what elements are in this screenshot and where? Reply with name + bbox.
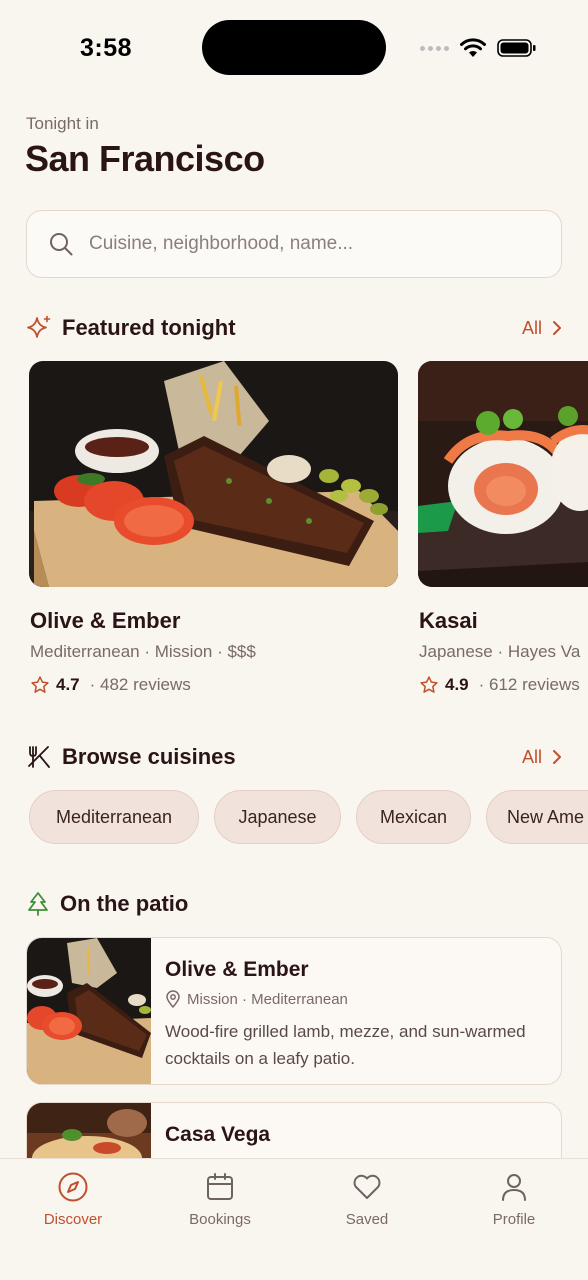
calendar-icon	[207, 1173, 233, 1200]
featured-card-rating: 4.7 · 482 reviews	[30, 675, 191, 695]
star-icon	[420, 676, 438, 693]
sushi-rolls-image	[418, 361, 588, 587]
featured-all-link[interactable]: All	[522, 318, 562, 339]
tab-profile[interactable]: Profile	[459, 1171, 569, 1228]
featured-card-meta: Japanese · Hayes Va	[419, 642, 581, 661]
tab-bookings-label: Bookings	[189, 1211, 251, 1228]
utensils-icon	[28, 746, 50, 768]
status-icons	[420, 36, 537, 60]
patio-item-description: Wood-fire grilled lamb, mezze, and sun-w…	[165, 1022, 526, 1068]
city-title[interactable]: San Francisco	[25, 138, 265, 180]
featured-card-name[interactable]: Kasai	[419, 608, 478, 634]
status-time: 3:58	[80, 34, 133, 62]
search-bar[interactable]	[26, 210, 562, 278]
tab-bookings[interactable]: Bookings	[165, 1171, 275, 1228]
cuisines-title: Browse cuisines	[62, 744, 236, 769]
rating-score: 4.7	[56, 675, 80, 694]
featured-card-image[interactable]	[29, 361, 398, 587]
person-icon	[502, 1174, 526, 1201]
tab-saved-label: Saved	[345, 1211, 389, 1228]
cuisines-all-link[interactable]: All	[522, 747, 562, 768]
featured-card-name[interactable]: Olive & Ember	[30, 608, 180, 634]
patio-item-location-text: Mission · Mediterranean	[187, 990, 348, 1008]
tab-profile-label: Profile	[492, 1211, 536, 1228]
tree-icon	[28, 892, 48, 916]
featured-title: Featured tonight	[62, 315, 236, 340]
cuisine-chip-mexican[interactable]: Mexican	[356, 790, 471, 844]
patio-item-name: Olive & Ember	[165, 958, 309, 981]
cuisines-header: Browse cuisines All	[26, 741, 562, 773]
review-count: · 482 reviews	[89, 675, 191, 694]
review-count: · 612 reviews	[478, 675, 580, 694]
chevron-right-icon	[553, 321, 561, 335]
featured-card-meta: Mediterranean · Mission · $$$	[30, 642, 256, 661]
rating-score: 4.9	[445, 675, 469, 694]
cuisine-chip-new-american[interactable]: New Ame	[486, 790, 588, 844]
star-icon	[31, 676, 49, 693]
tab-saved[interactable]: Saved	[312, 1171, 422, 1228]
cellular-signal-icon	[420, 45, 449, 51]
cuisine-chip-japanese[interactable]: Japanese	[214, 790, 341, 844]
ribs-platter-image	[27, 938, 151, 1084]
search-icon	[50, 233, 73, 256]
sparkle-icon	[27, 315, 51, 338]
cuisine-chip-mediterranean[interactable]: Mediterranean	[29, 790, 199, 844]
location-pin-icon	[166, 990, 180, 1008]
cuisines-all-label: All	[521, 746, 542, 767]
dynamic-island	[202, 20, 386, 75]
patio-item-location: Mission · Mediterranean	[165, 990, 348, 1008]
cuisine-chips: Mediterranean Japanese Mexican New Ame	[29, 790, 588, 844]
patio-header: On the patio	[26, 888, 562, 920]
featured-all-label: All	[521, 317, 542, 338]
search-input[interactable]	[89, 233, 529, 255]
compass-icon	[58, 1172, 88, 1202]
bottom-tab-bar: Discover Bookings Saved Profile	[0, 1158, 588, 1280]
patio-item-name: Casa Vega	[165, 1123, 271, 1146]
featured-header: Featured tonight All	[26, 312, 562, 344]
wifi-icon	[460, 38, 486, 57]
battery-icon	[497, 39, 536, 57]
status-bar: 3:58	[0, 0, 588, 96]
patio-list-item[interactable]: Olive & Ember Mission · Mediterranean Wo…	[26, 937, 562, 1085]
location-subtitle: Tonight in	[26, 114, 99, 133]
patio-item-thumbnail	[27, 938, 151, 1084]
ribs-platter-image	[29, 361, 398, 587]
tab-discover[interactable]: Discover	[18, 1171, 128, 1228]
tab-discover-label: Discover	[43, 1211, 103, 1228]
featured-card-image[interactable]	[418, 361, 588, 587]
heart-icon	[353, 1174, 381, 1199]
patio-title: On the patio	[60, 891, 189, 916]
chevron-right-icon	[553, 750, 561, 764]
featured-card-rating: 4.9 · 612 reviews	[419, 675, 580, 695]
